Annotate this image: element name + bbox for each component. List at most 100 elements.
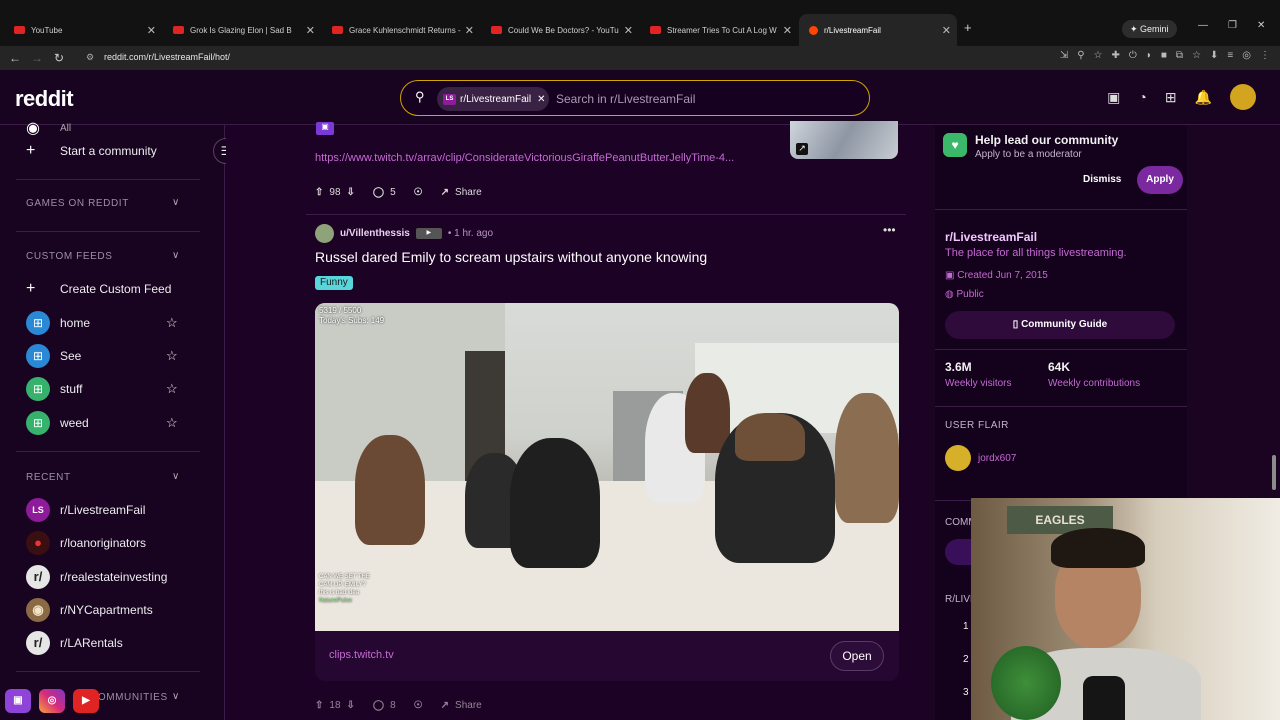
clear-scope-icon[interactable]: ✕: [537, 94, 545, 105]
sidebar-feed-home[interactable]: ⊞ home ☆: [26, 311, 186, 335]
sidebar-item-all[interactable]: ◉ All: [26, 116, 71, 140]
minimize-icon[interactable]: —: [1198, 20, 1208, 31]
maximize-icon[interactable]: ❐: [1228, 20, 1237, 31]
zoom-icon[interactable]: ⚲: [1077, 50, 1084, 61]
close-tab-icon[interactable]: ✕: [783, 24, 792, 37]
reddit-logo[interactable]: reddit: [15, 86, 74, 112]
award-button[interactable]: ☉: [414, 187, 423, 198]
star-icon[interactable]: ☆: [166, 381, 178, 397]
menu-icon[interactable]: ⋮: [1260, 50, 1270, 61]
comments-button[interactable]: ◯ 5: [373, 187, 396, 198]
recent-nycapartments[interactable]: ◉ r/NYCapartments: [26, 598, 153, 622]
bookmark-star-icon[interactable]: ☆: [1094, 50, 1103, 61]
extension-icon[interactable]: ■: [1161, 50, 1167, 61]
start-community-button[interactable]: + Start a community: [26, 139, 157, 163]
chevron-down-icon[interactable]: ∨: [172, 250, 179, 261]
communities-section-header[interactable]: COMMUNITIES: [90, 692, 168, 703]
install-icon[interactable]: ⇲: [1060, 50, 1068, 61]
subreddit-name[interactable]: r/LivestreamFail: [945, 230, 1037, 244]
audio-icon[interactable]: ◗: [1146, 50, 1152, 61]
rule-number[interactable]: 2: [963, 654, 969, 665]
puzzle-icon[interactable]: ⧉: [1176, 50, 1183, 61]
share-button[interactable]: ↗ Share: [441, 187, 482, 198]
games-section-header[interactable]: GAMES ON REDDIT: [26, 198, 129, 209]
chevron-down-icon[interactable]: ∨: [172, 691, 179, 702]
close-tab-icon[interactable]: ✕: [147, 24, 156, 37]
extension-icon[interactable]: ✚: [1112, 50, 1120, 61]
post-author[interactable]: u/Villenthessis: [340, 228, 410, 239]
playlist-icon[interactable]: ≡: [1227, 50, 1233, 61]
post-flair[interactable]: Funny: [315, 276, 353, 290]
sidebar-feed-stuff[interactable]: ⊞ stuff ☆: [26, 377, 186, 401]
recent-larentals[interactable]: r/r/LARentals: [26, 631, 123, 655]
apply-button[interactable]: Apply: [1137, 166, 1183, 194]
close-tab-icon[interactable]: ✕: [306, 24, 315, 37]
downloads-icon[interactable]: ⬇: [1210, 50, 1218, 61]
dismiss-button[interactable]: Dismiss: [1083, 174, 1121, 185]
star-icon[interactable]: ☆: [166, 415, 178, 431]
downvote-icon[interactable]: ⇩: [347, 187, 355, 198]
bookmarks-icon[interactable]: ☆: [1192, 50, 1201, 61]
recent-loanoriginators[interactable]: ● r/loanoriginators: [26, 531, 146, 555]
forward-icon[interactable]: →: [26, 51, 48, 65]
recent-realestateinvesting[interactable]: r/r/realestateinvesting: [26, 565, 167, 589]
close-tab-icon[interactable]: ✕: [942, 24, 951, 37]
advertise-icon[interactable]: ▣: [1107, 89, 1120, 110]
post-title[interactable]: Russel dared Emily to scream upstairs wi…: [315, 249, 707, 265]
chat-icon[interactable]: ◔: [1138, 89, 1146, 110]
create-custom-feed-button[interactable]: + Create Custom Feed: [26, 277, 171, 301]
search-input[interactable]: Search in r/LivestreamFail: [556, 92, 695, 106]
gemini-button[interactable]: ✦ Gemini: [1122, 20, 1177, 38]
comments-button[interactable]: ◯ 8: [373, 700, 396, 711]
star-icon[interactable]: ☆: [166, 348, 178, 364]
rule-number[interactable]: 3: [963, 687, 969, 698]
upvote-icon[interactable]: ⇧: [315, 700, 323, 711]
post-thumbnail[interactable]: ↗: [790, 121, 898, 159]
site-info-icon[interactable]: ⚙: [86, 48, 94, 67]
power-icon[interactable]: ⏻: [1129, 50, 1137, 61]
tab-streamer[interactable]: Streamer Tries To Cut A Log W ✕: [640, 14, 798, 46]
tab-doctors[interactable]: Could We Be Doctors? - YouTu ✕: [481, 14, 639, 46]
close-window-icon[interactable]: ✕: [1257, 20, 1265, 31]
search-bar[interactable]: ⚲ LS r/LivestreamFail ✕ Search in r/Live…: [400, 80, 870, 116]
address-bar[interactable]: ⚙ reddit.com/r/LivestreamFail/hot/: [82, 48, 952, 67]
open-link-button[interactable]: Open: [830, 641, 884, 671]
tab-grok[interactable]: Grok Is Glazing Elon | Sad B ✕: [163, 14, 321, 46]
community-guide-button[interactable]: ▯ Community Guide: [945, 311, 1175, 339]
sidebar-feed-see[interactable]: ⊞ See ☆: [26, 344, 186, 368]
link-domain[interactable]: clips.twitch.tv: [329, 649, 394, 661]
back-icon[interactable]: ←: [4, 51, 26, 65]
profile-icon[interactable]: ◎: [1242, 50, 1251, 61]
tab-youtube[interactable]: YouTube ✕: [4, 14, 162, 46]
chevron-down-icon[interactable]: ∨: [172, 197, 179, 208]
tab-grace[interactable]: Grace Kuhlenschmidt Returns - ✕: [322, 14, 480, 46]
custom-feeds-section-header[interactable]: CUSTOM FEEDS: [26, 251, 112, 262]
scrollbar-thumb[interactable]: [1272, 455, 1276, 490]
tab-livestreamfail[interactable]: r/LivestreamFail ✕: [799, 14, 957, 46]
recent-section-header[interactable]: RECENT: [26, 472, 71, 483]
post-link[interactable]: https://www.twitch.tv/arrav/clip/Conside…: [315, 152, 734, 164]
award-button[interactable]: ☉: [414, 700, 423, 711]
share-button[interactable]: ↗ Share: [441, 700, 482, 711]
upvote-icon[interactable]: ⇧: [315, 187, 323, 198]
search-scope-chip[interactable]: LS r/LivestreamFail ✕: [437, 87, 549, 111]
video-player[interactable]: 5319 / 5500 Today's Subs: 149 CAN WE SET …: [315, 303, 899, 631]
user-avatar[interactable]: [315, 224, 334, 243]
downvote-icon[interactable]: ⇩: [347, 700, 355, 711]
close-tab-icon[interactable]: ✕: [624, 24, 633, 37]
user-flair-name[interactable]: jordx607: [978, 453, 1016, 464]
recent-livestreamfail[interactable]: LS r/LivestreamFail: [26, 498, 145, 522]
more-options-icon[interactable]: •••: [883, 223, 896, 237]
create-post-icon[interactable]: ⊞: [1165, 89, 1177, 110]
chevron-down-icon[interactable]: ∨: [172, 471, 179, 482]
star-icon[interactable]: ☆: [166, 315, 178, 331]
notifications-icon[interactable]: 🔔: [1195, 89, 1212, 110]
sidebar-feed-weed[interactable]: ⊞ weed ☆: [26, 411, 186, 435]
user-avatar[interactable]: [1230, 84, 1256, 110]
webcam-plant: [991, 646, 1061, 720]
reload-icon[interactable]: ↻: [48, 51, 70, 65]
new-tab-button[interactable]: +: [964, 20, 972, 35]
close-tab-icon[interactable]: ✕: [465, 24, 474, 37]
share-icon: ↗: [440, 187, 450, 198]
rule-number[interactable]: 1: [963, 621, 969, 632]
